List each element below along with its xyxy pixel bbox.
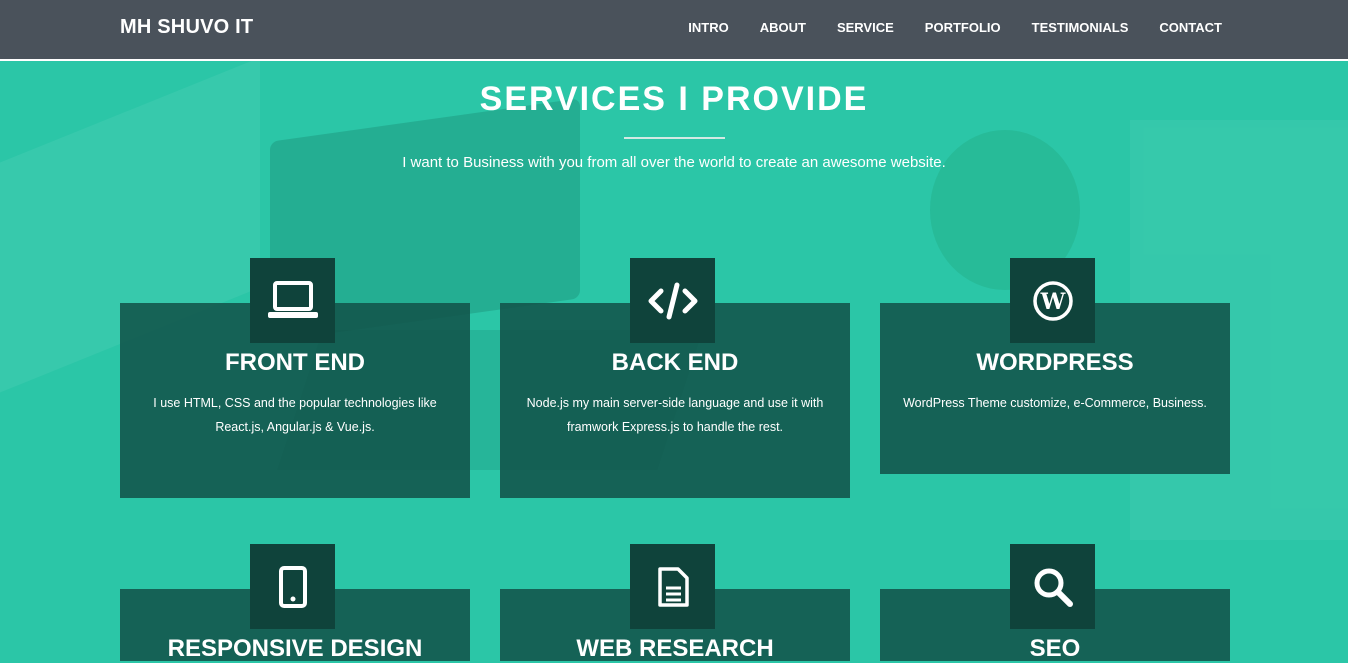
card-title: RESPONSIVE DESIGN (167, 635, 423, 662)
card-title: SEO (1029, 635, 1081, 662)
svg-text:W: W (1039, 289, 1065, 315)
wordpress-icon: W (1010, 258, 1095, 343)
section-subtitle: I want to Business with you from all ove… (402, 154, 946, 171)
nav-service[interactable]: SERVICE (837, 20, 894, 35)
card-description: Node.js my main server-side language and… (526, 396, 824, 434)
mobile-icon (250, 544, 335, 629)
card-title: WEB RESEARCH (576, 635, 774, 662)
navbar: MH SHUVO IT INTRO ABOUT SERVICE PORTFOLI… (0, 0, 1348, 61)
nav-contact[interactable]: CONTACT (1159, 20, 1222, 35)
card-description: I use HTML, CSS and the popular technolo… (153, 396, 437, 434)
section-title: SERVICES I PROVIDE (479, 80, 869, 118)
card-title: FRONT END (225, 349, 365, 376)
brand-logo[interactable]: MH SHUVO IT (120, 16, 253, 39)
title-divider (624, 137, 725, 139)
nav-testimonials[interactable]: TESTIMONIALS (1032, 20, 1129, 35)
nav-about[interactable]: ABOUT (760, 20, 806, 35)
main-nav: INTRO ABOUT SERVICE PORTFOLIO TESTIMONIA… (688, 20, 1222, 35)
laptop-icon (250, 258, 335, 343)
nav-intro[interactable]: INTRO (688, 20, 728, 35)
nav-portfolio[interactable]: PORTFOLIO (925, 20, 1001, 35)
file-text-icon (630, 544, 715, 629)
card-title: WORDPRESS (976, 349, 1134, 376)
code-icon (630, 258, 715, 343)
search-icon (1010, 544, 1095, 629)
card-description: WordPress Theme customize, e-Commerce, B… (903, 396, 1207, 410)
card-title: BACK END (611, 349, 739, 376)
